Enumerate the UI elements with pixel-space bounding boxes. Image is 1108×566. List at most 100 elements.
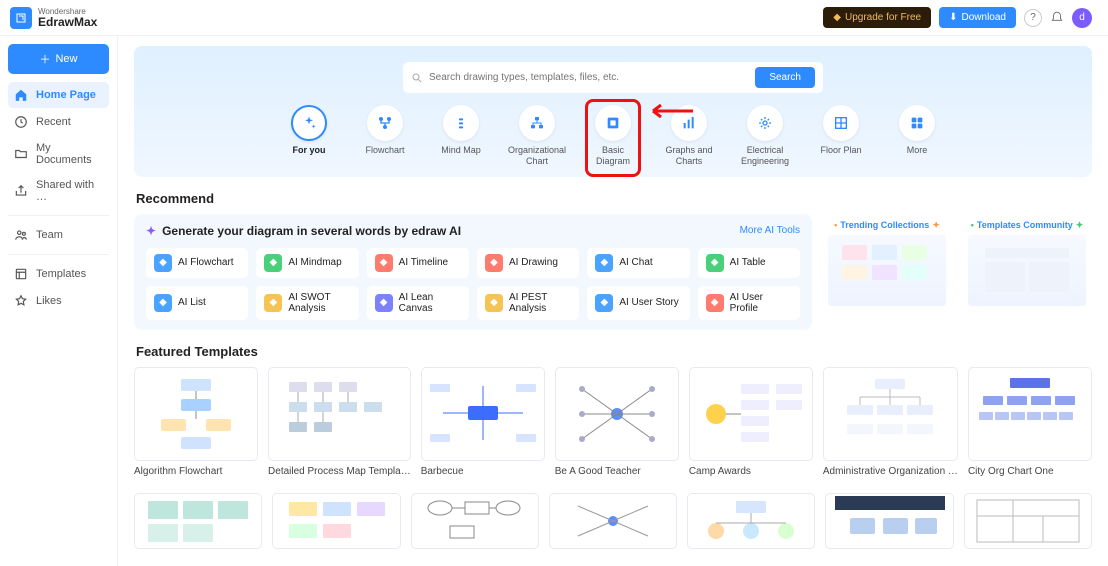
ai-tool-label: AI List	[178, 297, 206, 308]
ai-tool-icon: ◆	[375, 254, 393, 272]
ai-tool-ai-user-profile[interactable]: ◆AI User Profile	[698, 286, 800, 320]
ai-tool-ai-timeline[interactable]: ◆ AI Timeline	[367, 248, 469, 278]
floor-icon	[823, 105, 859, 141]
sidebar-item-team[interactable]: Team	[8, 222, 109, 248]
template-thumb	[272, 493, 400, 549]
template-label: Camp Awards	[689, 466, 813, 477]
ai-tool-ai-drawing[interactable]: ◆AI Drawing	[477, 248, 579, 278]
template-label: Algorithm Flowchart	[134, 466, 258, 477]
nav-separator	[8, 254, 109, 255]
promo-trending[interactable]: •Trending Collections✦	[822, 214, 952, 312]
more-ai-tools-link[interactable]: More AI Tools	[740, 225, 800, 236]
category-more[interactable]: More	[889, 105, 945, 167]
clock-icon	[14, 115, 28, 129]
brand-big: EdrawMax	[38, 16, 97, 28]
category-flowchart[interactable]: Flowchart	[357, 105, 413, 167]
sparkle-icon: ✦	[146, 224, 156, 238]
template-thumb	[555, 367, 679, 461]
section-title-featured: Featured Templates	[136, 344, 1092, 359]
ai-tool-label: AI Mindmap	[288, 257, 341, 268]
sidebar-item-home-page[interactable]: Home Page	[8, 82, 109, 108]
new-button[interactable]: ＋ New	[8, 44, 109, 74]
logo-mark-icon	[10, 7, 32, 29]
category-for-you[interactable]: For you	[281, 105, 337, 167]
sidebar-item-my-documents[interactable]: My Documents	[8, 136, 109, 172]
ai-tool-ai-lean-canvas[interactable]: ◆AI Lean Canvas	[367, 286, 469, 320]
ai-tool-ai-chat[interactable]: ◆ AI Chat	[587, 248, 689, 278]
promo-community[interactable]: •Templates Community✦	[962, 214, 1092, 312]
bell-icon[interactable]	[1050, 11, 1064, 25]
app-logo: Wondershare EdrawMax	[10, 7, 97, 29]
template-label: City Org Chart One	[968, 466, 1092, 477]
search-input[interactable]	[429, 72, 749, 83]
template-card[interactable]: Be A Good Teacher	[555, 367, 679, 477]
template-icon	[14, 267, 28, 281]
ai-tool-ai-table[interactable]: ◆AI Table	[698, 248, 800, 278]
category-floor-plan[interactable]: Floor Plan	[813, 105, 869, 167]
sidebar-item-templates[interactable]: Templates	[8, 261, 109, 287]
ai-tool-label: AI Timeline	[399, 257, 448, 268]
template-thumb	[268, 367, 411, 461]
sidebar-item-likes[interactable]: Likes	[8, 288, 109, 314]
template-card[interactable]: Detailed Process Map Templa…	[268, 367, 411, 477]
search-icon	[411, 72, 423, 84]
upgrade-button[interactable]: ◆ Upgrade for Free	[823, 7, 931, 28]
category-electrical-engineering[interactable]: Electrical Engineering	[737, 105, 793, 167]
template-card[interactable]	[272, 493, 400, 549]
category-label: For you	[293, 145, 326, 156]
category-graphs-and-charts[interactable]: Graphs and Charts	[661, 105, 717, 167]
template-card[interactable]: Camp Awards	[689, 367, 813, 477]
template-card[interactable]: Barbecue	[421, 367, 545, 477]
category-mind-map[interactable]: Mind Map	[433, 105, 489, 167]
home-icon	[14, 88, 28, 102]
plus-icon: ＋	[39, 51, 50, 67]
download-button[interactable]: ⬇ Download	[939, 7, 1016, 28]
sidebar-item-label: Shared with …	[36, 179, 103, 203]
ai-tool-icon: ◆	[154, 254, 172, 272]
category-basic-diagram[interactable]: Basic Diagram	[585, 105, 641, 167]
template-thumb	[549, 493, 677, 549]
ai-tool-label: AI User Story	[619, 297, 678, 308]
ai-tool-ai-user-story[interactable]: ◆AI User Story	[587, 286, 689, 320]
sidebar-item-label: Likes	[36, 295, 62, 307]
ai-tool-icon: ◆	[375, 294, 393, 312]
template-card[interactable]	[134, 493, 262, 549]
sidebar-item-shared-with-[interactable]: Shared with …	[8, 173, 109, 209]
template-thumb	[825, 493, 953, 549]
help-icon[interactable]: ?	[1024, 9, 1042, 27]
template-card[interactable]	[825, 493, 953, 549]
elec-icon	[747, 105, 783, 141]
template-thumb	[687, 493, 815, 549]
template-card[interactable]	[964, 493, 1092, 549]
ai-tool-label: AI Chat	[619, 257, 652, 268]
template-card[interactable]	[411, 493, 539, 549]
template-label: Detailed Process Map Templa…	[268, 466, 411, 477]
ai-tool-ai-swot-analysis[interactable]: ◆AI SWOT Analysis	[256, 286, 358, 320]
ai-tool-ai-pest-analysis[interactable]: ◆AI PEST Analysis	[477, 286, 579, 320]
ai-tool-label: AI SWOT Analysis	[288, 292, 350, 314]
download-icon: ⬇	[949, 12, 957, 23]
nav-separator	[8, 215, 109, 216]
template-card[interactable]: Algorithm Flowchart	[134, 367, 258, 477]
sidebar-item-label: Team	[36, 229, 63, 241]
avatar[interactable]: d	[1072, 8, 1092, 28]
upgrade-label: Upgrade for Free	[845, 12, 921, 23]
ai-tool-ai-list[interactable]: ◆ AI List	[146, 286, 248, 320]
template-card[interactable]: Administrative Organization …	[823, 367, 958, 477]
template-card[interactable]	[549, 493, 677, 549]
sidebar-item-recent[interactable]: Recent	[8, 109, 109, 135]
category-label: Graphs and Charts	[661, 145, 717, 167]
ai-tool-icon: ◆	[595, 254, 613, 272]
sidebar-item-label: Home Page	[36, 89, 96, 101]
category-organizational-chart[interactable]: Organizational Chart	[509, 105, 565, 167]
folder-icon	[14, 147, 28, 161]
ai-tool-label: AI User Profile	[730, 292, 792, 314]
ai-tool-ai-flowchart[interactable]: ◆AI Flowchart	[146, 248, 248, 278]
ai-tool-ai-mindmap[interactable]: ◆AI Mindmap	[256, 248, 358, 278]
search-button[interactable]: Search	[755, 67, 815, 88]
template-card[interactable]	[687, 493, 815, 549]
template-card[interactable]: City Org Chart One	[968, 367, 1092, 477]
org-icon	[519, 105, 555, 141]
new-label: New	[55, 53, 77, 65]
ai-tool-icon: ◆	[154, 294, 172, 312]
